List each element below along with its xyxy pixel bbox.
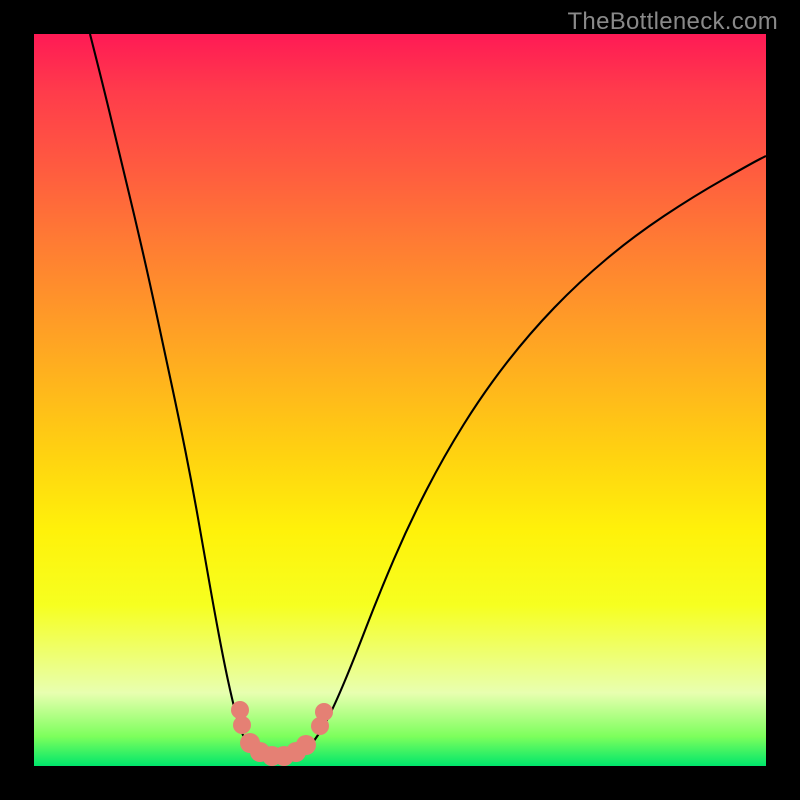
watermark-text: TheBottleneck.com xyxy=(567,8,778,36)
bottleneck-curve-svg xyxy=(34,34,766,766)
curve-left xyxy=(90,34,276,763)
curve-beads xyxy=(231,701,333,766)
bead-marker xyxy=(231,701,249,719)
bead-marker xyxy=(250,742,270,762)
bead-marker xyxy=(274,746,294,766)
bead-marker xyxy=(286,742,306,762)
bead-marker xyxy=(262,746,282,766)
bead-marker xyxy=(311,717,329,735)
bead-marker xyxy=(315,703,333,721)
bead-marker xyxy=(240,733,260,753)
bead-marker xyxy=(296,735,316,755)
chart-plot-area xyxy=(34,34,766,766)
bead-marker xyxy=(233,716,251,734)
curve-right xyxy=(276,156,766,763)
